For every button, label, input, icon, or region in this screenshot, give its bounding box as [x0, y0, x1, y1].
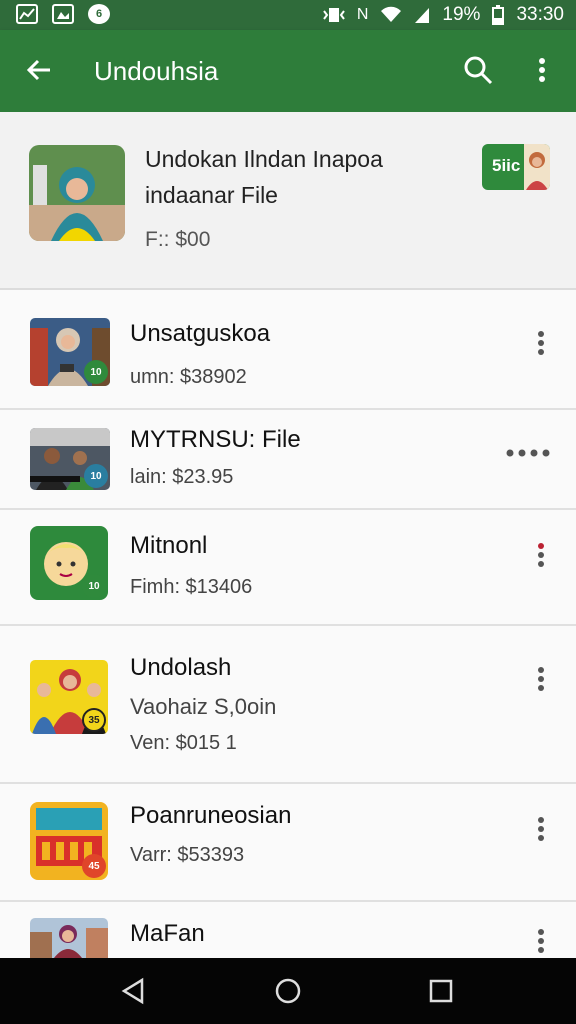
navigation-bar: [0, 958, 576, 1024]
network-indicator: N: [356, 6, 369, 23]
item-more-horiz-icon[interactable]: [506, 448, 550, 458]
item-badge: 35: [82, 708, 106, 732]
item-name: MaFan: [130, 920, 205, 947]
page-title: Undouhsia: [94, 56, 219, 86]
item-name: Unsatguskoa: [130, 320, 271, 347]
list-item[interactable]: 10 Mitnonl Fimh: $13406: [0, 508, 576, 626]
featured-thumbnail: [29, 145, 125, 241]
item-thumbnail: [30, 918, 108, 958]
list-item[interactable]: 45 Poanruneosian Varr: $53393: [0, 782, 576, 902]
featured-title-line2: indaanar File: [145, 182, 278, 208]
battery-percent: 19%: [442, 4, 481, 25]
item-price: lain: $23.95: [130, 466, 234, 488]
item-thumbnail: 35: [30, 660, 108, 734]
chart-notification-icon: [16, 4, 38, 24]
list-item[interactable]: 35 Undolash Vaohaiz S,0oin Ven: $015 1: [0, 624, 576, 784]
item-name: MYTRNSU: File: [130, 426, 301, 453]
item-price: Varr: $53393: [130, 844, 245, 866]
item-thumbnail: 45: [30, 802, 108, 880]
battery-icon: [492, 5, 505, 25]
item-more-vert-icon[interactable]: [538, 926, 548, 956]
more-vert-icon[interactable]: [530, 54, 554, 86]
item-name: Poanruneosian: [130, 802, 292, 829]
clock: 33:30: [516, 4, 564, 25]
recents-icon[interactable]: [426, 976, 456, 1006]
list-item[interactable]: MaFan: [0, 900, 576, 958]
search-icon[interactable]: [462, 54, 494, 86]
image-notification-icon: [52, 4, 74, 24]
item-more-vert-icon[interactable]: [538, 540, 548, 570]
item-thumbnail: 10: [30, 428, 110, 490]
item-badge: 10: [84, 360, 108, 384]
wifi-icon: [381, 6, 402, 22]
file-list: 10 Unsatguskoa umn: $38902 10 MYTRNSU: F…: [0, 290, 576, 958]
item-badge: 10: [84, 464, 108, 488]
signal-icon: [415, 8, 430, 23]
item-more-vert-icon[interactable]: [538, 328, 548, 358]
item-price: Fimh: $13406: [130, 576, 253, 598]
featured-price: F:: $00: [145, 228, 211, 251]
status-indicators: N 19% 33:30: [323, 4, 564, 26]
item-badge: 10: [82, 574, 106, 598]
home-icon[interactable]: [273, 976, 303, 1006]
item-thumbnail: 10: [30, 318, 110, 386]
app-bar: Undouhsia: [0, 30, 576, 112]
app-notification-icon: 6: [88, 4, 110, 24]
item-thumbnail: 10: [30, 526, 108, 600]
item-price: Ven: $015 1: [130, 732, 237, 754]
item-more-vert-icon[interactable]: [538, 814, 548, 844]
item-name: Undolash: [130, 654, 232, 681]
item-subtitle: Vaohaiz S,0oin: [130, 694, 277, 719]
featured-chip-label: 5iic: [492, 156, 521, 175]
vibrate-icon: [323, 8, 345, 22]
item-more-vert-icon[interactable]: [538, 664, 548, 694]
featured-title-line1: Undokan Ilndan Inapoa: [145, 146, 383, 172]
featured-card[interactable]: Undokan Ilndan Inapoa indaanar File F:: …: [0, 112, 576, 290]
item-badge: 45: [82, 854, 106, 878]
list-item[interactable]: 10 Unsatguskoa umn: $38902: [0, 290, 576, 410]
back-icon[interactable]: [118, 976, 148, 1006]
item-price: umn: $38902: [130, 366, 247, 388]
arrow-left-icon[interactable]: [24, 55, 54, 85]
item-name: Mitnonl: [130, 532, 208, 559]
status-notifications: 6: [16, 4, 110, 24]
featured-chip[interactable]: 5iic: [482, 144, 550, 190]
status-bar: 6 N 19% 33:30: [0, 0, 576, 30]
list-item[interactable]: 10 MYTRNSU: File lain: $23.95: [0, 408, 576, 510]
